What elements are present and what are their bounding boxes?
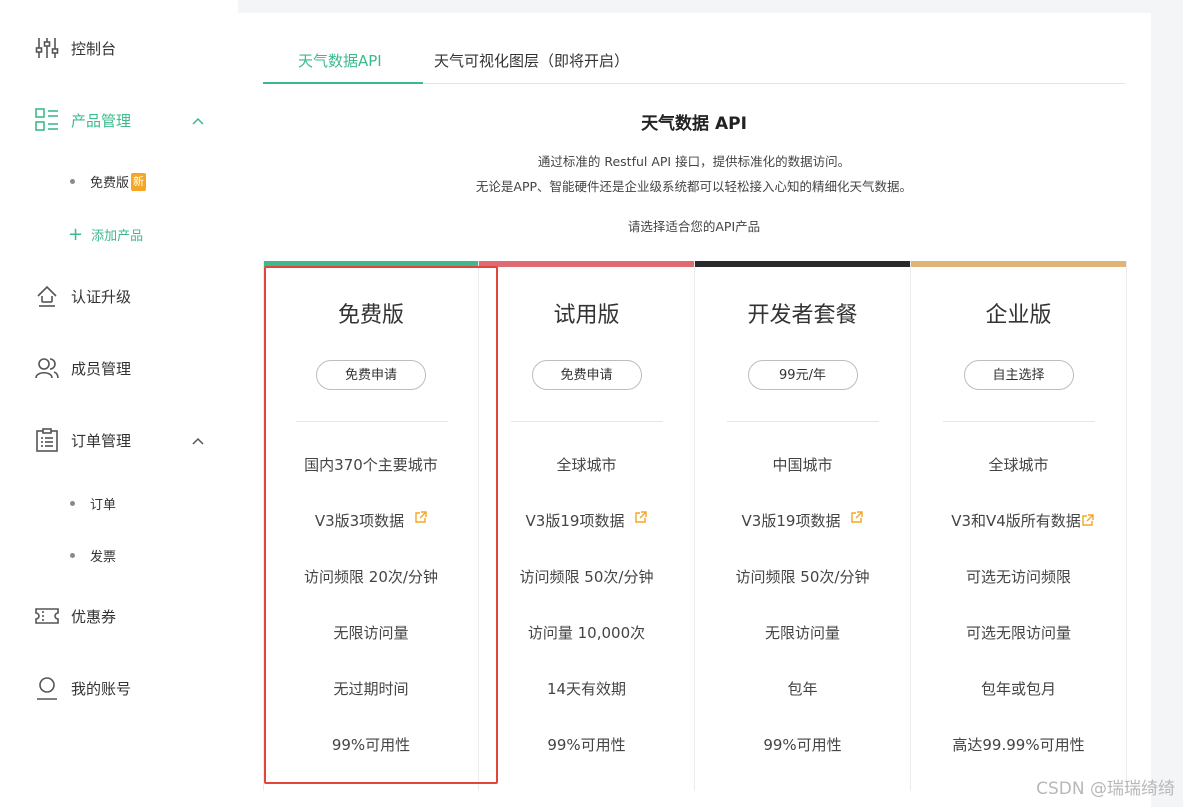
sidebar-item-label: 订单管理 — [71, 431, 132, 450]
feature-rate-limit: 可选无访问频限 — [965, 568, 1071, 586]
feature-availability: 99%可用性 — [763, 736, 842, 754]
tab-active-indicator — [263, 82, 423, 84]
grid-list-icon — [34, 107, 60, 133]
plan-card-free: 免费版 免费申请 国内370个主要城市 V3版3项数据 访问频限 20次/分钟 … — [263, 261, 479, 791]
apply-trial-button[interactable]: 免费申请 — [531, 360, 642, 390]
feature-availability: 99%可用性 — [547, 736, 626, 754]
feature-data[interactable]: V3版19项数据 — [695, 509, 910, 533]
sidebar-subitem-free[interactable]: 免费版 新 — [70, 172, 147, 191]
sidebar-item-label: 我的账号 — [71, 679, 132, 698]
plan-divider — [296, 421, 448, 422]
bullet-dot — [70, 179, 75, 184]
sidebar-item-certification[interactable]: 认证升级 — [34, 283, 131, 309]
sidebar-item-orders[interactable]: 订单管理 — [34, 427, 131, 453]
page-title: 天气数据 API — [641, 114, 747, 134]
sidebar-item-label: 认证升级 — [71, 287, 132, 306]
sidebar-item-members[interactable]: 成员管理 — [34, 355, 131, 381]
bullet-dot — [70, 553, 75, 558]
feature-validity: 包年 — [787, 680, 818, 698]
feature-availability: 高达99.99%可用性 — [952, 736, 1085, 754]
feature-rate-limit: 访问频限 50次/分钟 — [735, 568, 870, 586]
feature-availability: 99%可用性 — [331, 736, 411, 754]
feature-volume: 无限访问量 — [333, 624, 409, 642]
ticket-icon — [34, 603, 60, 629]
product-prompt: 请选择适合您的API产品 — [627, 219, 761, 234]
plan-divider — [727, 421, 879, 422]
clipboard-icon — [34, 427, 60, 453]
page-description-1: 通过标准的 Restful API 接口，提供标准化的数据访问。 — [537, 154, 851, 169]
external-link-icon[interactable] — [634, 511, 648, 524]
feature-data[interactable]: V3版19项数据 — [479, 509, 694, 533]
plan-card-developer: 开发者套餐 99元/年 中国城市 V3版19项数据 访问频限 50次/分钟 无限… — [695, 261, 911, 791]
plan-card-trial: 试用版 免费申请 全球城市 V3版19项数据 访问频限 50次/分钟 访问量 1… — [479, 261, 695, 791]
feature-rate-limit: 访问频限 50次/分钟 — [519, 568, 654, 586]
feature-validity: 包年或包月 — [980, 680, 1056, 698]
plans-grid: 免费版 免费申请 国内370个主要城市 V3版3项数据 访问频限 20次/分钟 … — [263, 261, 1127, 791]
sidebar-item-coupons[interactable]: 优惠券 — [34, 603, 116, 629]
plan-name: 开发者套餐 — [747, 303, 858, 328]
sidebar-item-label: 优惠券 — [71, 607, 117, 626]
sidebar-subitem-invoice[interactable]: 发票 — [70, 546, 116, 565]
upgrade-icon — [34, 283, 60, 309]
sidebar: 控制台 产品管理 免费版 新 + 添加产品 认证升级 成员管理 订单管理 订单 … — [0, 0, 238, 807]
sidebar-subitem-label: 订单 — [90, 498, 117, 513]
plan-name: 试用版 — [553, 303, 620, 328]
plan-color-bar — [911, 261, 1126, 267]
chevron-up-icon[interactable] — [191, 114, 205, 128]
tab-weather-visual-layer[interactable]: 天气可视化图层（即将开启） — [434, 50, 629, 73]
members-icon — [34, 355, 60, 381]
plus-icon: + — [68, 223, 84, 245]
sidebar-item-account[interactable]: 我的账号 — [34, 675, 131, 701]
feature-coverage: 中国城市 — [772, 456, 833, 474]
feature-validity: 无过期时间 — [333, 680, 409, 698]
feature-coverage: 全球城市 — [556, 456, 617, 474]
sidebar-subitem-order[interactable]: 订单 — [70, 494, 116, 513]
feature-volume: 可选无限访问量 — [965, 624, 1071, 642]
sliders-icon — [34, 35, 60, 61]
apply-free-button[interactable]: 免费申请 — [316, 360, 426, 390]
feature-coverage: 全球城市 — [988, 456, 1049, 474]
feature-data[interactable]: V3和V4版所有数据 — [941, 509, 1091, 533]
feature-data-label: V3版3项数据 — [314, 512, 405, 530]
plan-color-bar — [264, 261, 478, 267]
tab-weather-data-api[interactable]: 天气数据API — [298, 50, 382, 73]
sidebar-item-console[interactable]: 控制台 — [34, 35, 116, 61]
plan-card-enterprise: 企业版 自主选择 全球城市 V3和V4版所有数据 可选无访问频限 可选无限访问量… — [911, 261, 1127, 791]
external-link-icon[interactable] — [1081, 514, 1094, 527]
sidebar-item-products[interactable]: 产品管理 — [34, 107, 131, 133]
external-link-icon[interactable] — [850, 511, 864, 524]
sidebar-item-label: 产品管理 — [71, 111, 132, 130]
watermark: CSDN @瑞瑞绮绮 — [1036, 779, 1175, 799]
external-link-icon[interactable] — [414, 511, 427, 524]
user-icon — [34, 675, 60, 701]
feature-validity: 14天有效期 — [546, 680, 627, 698]
add-product-label: 添加产品 — [91, 229, 144, 244]
feature-coverage: 国内370个主要城市 — [304, 456, 438, 474]
plan-color-bar — [695, 261, 910, 267]
plan-divider — [943, 421, 1095, 422]
feature-data[interactable]: V3版3项数据 — [264, 509, 478, 533]
new-badge: 新 — [131, 172, 147, 191]
sidebar-item-label: 成员管理 — [71, 359, 132, 378]
sidebar-subitem-label: 免费版 — [90, 176, 130, 191]
buy-developer-button[interactable]: 99元/年 — [747, 360, 858, 390]
add-product-link[interactable]: + 添加产品 — [68, 225, 143, 244]
feature-data-label: V3版19项数据 — [525, 512, 625, 530]
sidebar-subitem-label: 发票 — [90, 550, 117, 565]
plan-name: 企业版 — [985, 303, 1052, 328]
bullet-dot — [70, 501, 75, 506]
choose-enterprise-button[interactable]: 自主选择 — [963, 360, 1074, 390]
chevron-up-icon[interactable] — [191, 434, 205, 448]
feature-volume: 访问量 10,000次 — [527, 624, 646, 642]
plan-name: 免费版 — [337, 303, 404, 328]
plan-color-bar — [479, 261, 694, 267]
feature-rate-limit: 访问频限 20次/分钟 — [304, 568, 438, 586]
sidebar-item-label: 控制台 — [71, 39, 117, 58]
page-description-2: 无论是APP、智能硬件还是企业级系统都可以轻松接入心知的精细化天气数据。 — [475, 179, 913, 194]
feature-data-label: V3版19项数据 — [741, 512, 841, 530]
plan-divider — [511, 421, 663, 422]
feature-volume: 无限访问量 — [764, 624, 840, 642]
